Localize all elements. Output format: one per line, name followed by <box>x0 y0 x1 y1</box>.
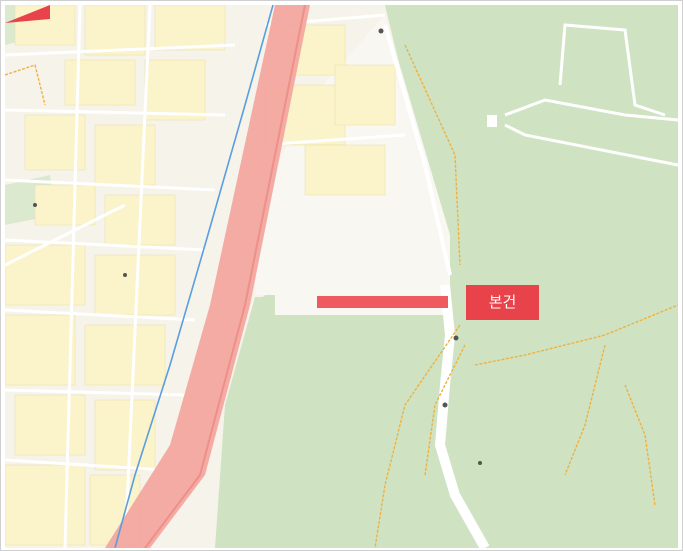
map-frame: 본건 <box>0 0 683 551</box>
map-canvas <box>5 5 678 548</box>
subject-parcel <box>317 296 448 308</box>
callout-pointer <box>5 5 50 23</box>
map-view[interactable]: 본건 <box>5 5 678 548</box>
park-facility <box>487 115 497 127</box>
subject-callout: 본건 <box>466 285 539 320</box>
park-area-bottom <box>215 297 445 548</box>
